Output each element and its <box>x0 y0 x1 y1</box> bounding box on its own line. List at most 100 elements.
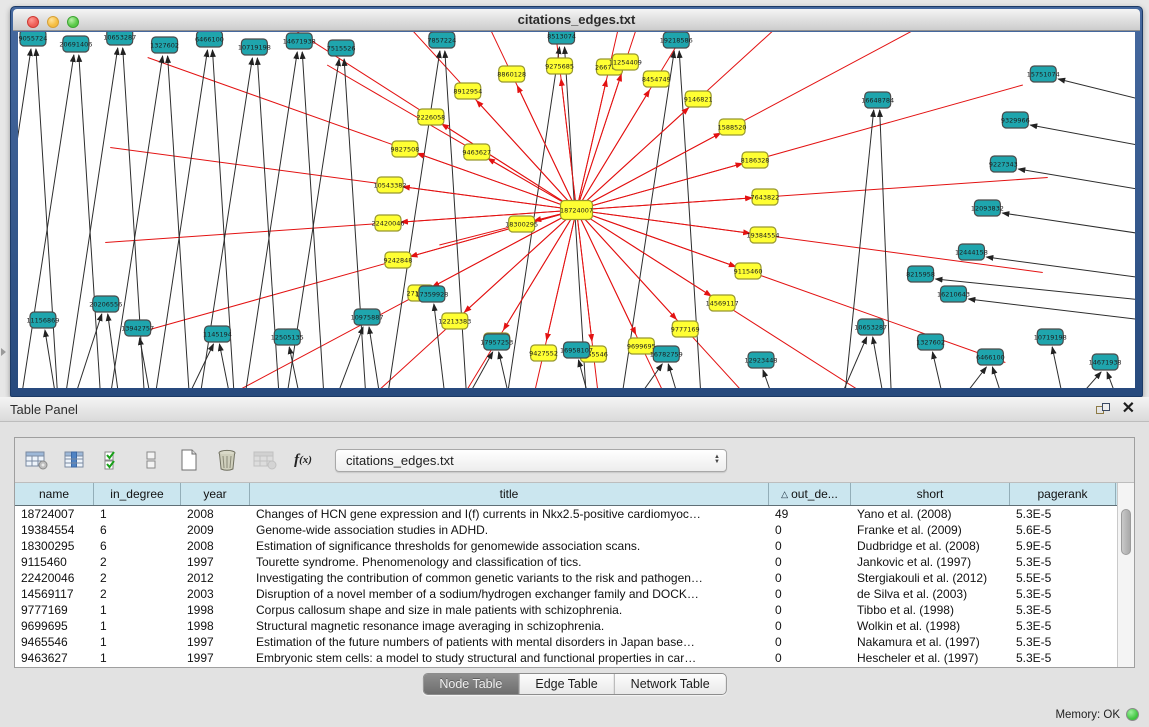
tab-node-table[interactable]: Node Table <box>423 674 519 694</box>
graph-node[interactable]: 7643822 <box>751 189 780 205</box>
column-header-out_de[interactable]: △out_de... <box>769 483 851 505</box>
graph-node[interactable]: 9242848 <box>384 252 413 268</box>
table-row[interactable]: 946362711997Embryonic stem cells: a mode… <box>15 650 1117 666</box>
scrollbar-thumb[interactable] <box>1121 509 1131 555</box>
graph-node[interactable]: 9115460 <box>734 263 763 279</box>
float-window-icon[interactable] <box>1096 403 1110 416</box>
graph-node[interactable]: 20691406 <box>59 36 92 52</box>
column-header-year[interactable]: year <box>181 483 250 505</box>
graph-node[interactable]: 9827508 <box>391 141 420 157</box>
graph-node[interactable]: 13942757 <box>121 320 154 336</box>
graph-node[interactable]: 10719198 <box>238 39 271 55</box>
graph-node[interactable]: 10543382 <box>374 177 407 193</box>
graph-node[interactable]: 8860128 <box>497 66 526 82</box>
graph-node[interactable]: 16958107 <box>560 342 593 358</box>
graph-node[interactable]: 7515526 <box>327 40 356 56</box>
close-window-button[interactable] <box>27 16 39 28</box>
table-row[interactable]: 977716911998Corpus callosum shape and si… <box>15 602 1117 618</box>
graph-node[interactable]: 8454749 <box>642 71 671 87</box>
column-header-in_degree[interactable]: in_degree <box>94 483 181 505</box>
graph-node[interactable]: 12923448 <box>745 352 778 368</box>
graph-node[interactable]: 9777169 <box>671 321 700 337</box>
tab-edge-table[interactable]: Edge Table <box>519 674 614 694</box>
graph-node[interactable]: 12213383 <box>438 313 471 329</box>
tab-network-table[interactable]: Network Table <box>615 674 726 694</box>
column-header-name[interactable]: name <box>15 483 94 505</box>
minimize-window-button[interactable] <box>47 16 59 28</box>
graph-node[interactable]: 12093832 <box>971 200 1004 216</box>
table-row[interactable]: 1872400712008Changes of HCN gene express… <box>15 506 1117 522</box>
graph-node[interactable]: 10975887 <box>351 309 384 325</box>
delete-table-icon[interactable] <box>213 446 241 474</box>
graph-node[interactable]: 8215958 <box>906 266 935 282</box>
row-selection-icon[interactable] <box>99 446 127 474</box>
graph-node[interactable]: 7857224 <box>427 32 456 48</box>
graph-node[interactable]: 9055724 <box>19 32 48 46</box>
graph-node[interactable]: 9463627 <box>462 144 491 160</box>
cell-short: Hescheler et al. (1997) <box>851 651 1010 665</box>
network-graph[interactable]: 1872400794275522803144122133832718126924… <box>18 32 1135 388</box>
graph-node[interactable]: 9275685 <box>545 58 574 74</box>
import-table-icon[interactable] <box>251 446 279 474</box>
graph-node[interactable]: 17359928 <box>415 286 448 302</box>
graph-node[interactable]: 14671938 <box>283 33 316 49</box>
column-header-short[interactable]: short <box>851 483 1010 505</box>
column-header-pagerank[interactable]: pagerank <box>1010 483 1116 505</box>
graph-node[interactable]: 14671938 <box>1089 354 1122 370</box>
graph-node[interactable]: 16210643 <box>937 286 970 302</box>
graph-node[interactable]: 12444158 <box>955 244 988 260</box>
svg-text:10719198: 10719198 <box>1034 333 1067 341</box>
vertical-scrollbar[interactable] <box>1117 483 1134 667</box>
graph-node[interactable]: 11254409 <box>609 54 642 70</box>
panel-collapse-handle[interactable] <box>1 348 6 356</box>
graph-node[interactable]: 10653287 <box>103 32 136 45</box>
graph-node[interactable]: 17957253 <box>480 334 513 350</box>
column-chooser-icon[interactable] <box>61 446 89 474</box>
graph-node[interactable]: 20206556 <box>89 296 122 312</box>
table-row[interactable]: 2242004622012Investigating the contribut… <box>15 570 1117 586</box>
window-titlebar[interactable]: citations_edges.txt <box>13 9 1140 31</box>
table-row[interactable]: 969969511998Structural magnetic resonanc… <box>15 618 1117 634</box>
graph-node[interactable]: 6466100 <box>195 32 224 47</box>
graph-node[interactable]: 6466100 <box>976 349 1005 365</box>
graph-node[interactable]: 18300295 <box>505 216 538 232</box>
graph-node[interactable]: 2226058 <box>416 109 445 125</box>
column-header-title[interactable]: title <box>250 483 769 505</box>
graph-node[interactable]: 9427552 <box>529 345 558 361</box>
rows-icon[interactable] <box>137 446 165 474</box>
table-row[interactable]: 946554611997Estimation of the future num… <box>15 634 1117 650</box>
graph-node[interactable]: 16782759 <box>650 346 683 362</box>
graph-node[interactable]: 8513074 <box>547 32 576 44</box>
table-mode-icon[interactable] <box>23 446 51 474</box>
table-row[interactable]: 1938455462009Genome-wide association stu… <box>15 522 1117 538</box>
new-table-icon[interactable] <box>175 446 203 474</box>
graph-node[interactable]: 1327602 <box>150 37 179 53</box>
graph-node[interactable]: 10653287 <box>854 319 887 335</box>
table-row[interactable]: 911546021997Tourette syndrome. Phenomeno… <box>15 554 1117 570</box>
function-builder-icon[interactable]: f(x) <box>289 446 317 474</box>
graph-node[interactable]: 14569117 <box>706 295 739 311</box>
graph-node[interactable]: 10719198 <box>1034 329 1067 345</box>
graph-node[interactable]: 16648784 <box>861 92 894 108</box>
graph-node[interactable]: 1327602 <box>916 334 945 350</box>
zoom-window-button[interactable] <box>67 16 79 28</box>
graph-node[interactable]: 9329966 <box>1001 112 1030 128</box>
graph-node[interactable]: 19384554 <box>747 227 780 243</box>
graph-node[interactable]: 1588520 <box>718 119 747 135</box>
graph-node[interactable]: 19218586 <box>660 32 693 48</box>
table-row[interactable]: 1830029562008Estimation of significance … <box>15 538 1117 554</box>
table-selector-dropdown[interactable]: citations_edges.txt ▲▼ <box>335 449 727 472</box>
graph-node[interactable]: 12505135 <box>271 329 304 345</box>
graph-node[interactable]: 15751074 <box>1027 66 1060 82</box>
graph-node[interactable]: 8912954 <box>453 83 482 99</box>
close-icon[interactable]: ✕ <box>1122 402 1135 416</box>
network-canvas[interactable]: 1872400794275522803144122133832718126924… <box>18 32 1135 388</box>
graph-node[interactable]: 22420046 <box>372 215 405 231</box>
graph-node[interactable]: 11156869 <box>26 312 59 328</box>
graph-node[interactable]: 8186328 <box>741 152 770 168</box>
graph-node[interactable]: 18724007 <box>560 201 593 220</box>
table-row[interactable]: 1456911722003Disruption of a novel membe… <box>15 586 1117 602</box>
graph-node[interactable]: 9146821 <box>684 91 713 107</box>
graph-node[interactable]: 9227343 <box>989 156 1018 172</box>
graph-node[interactable]: 1145194 <box>203 326 232 342</box>
